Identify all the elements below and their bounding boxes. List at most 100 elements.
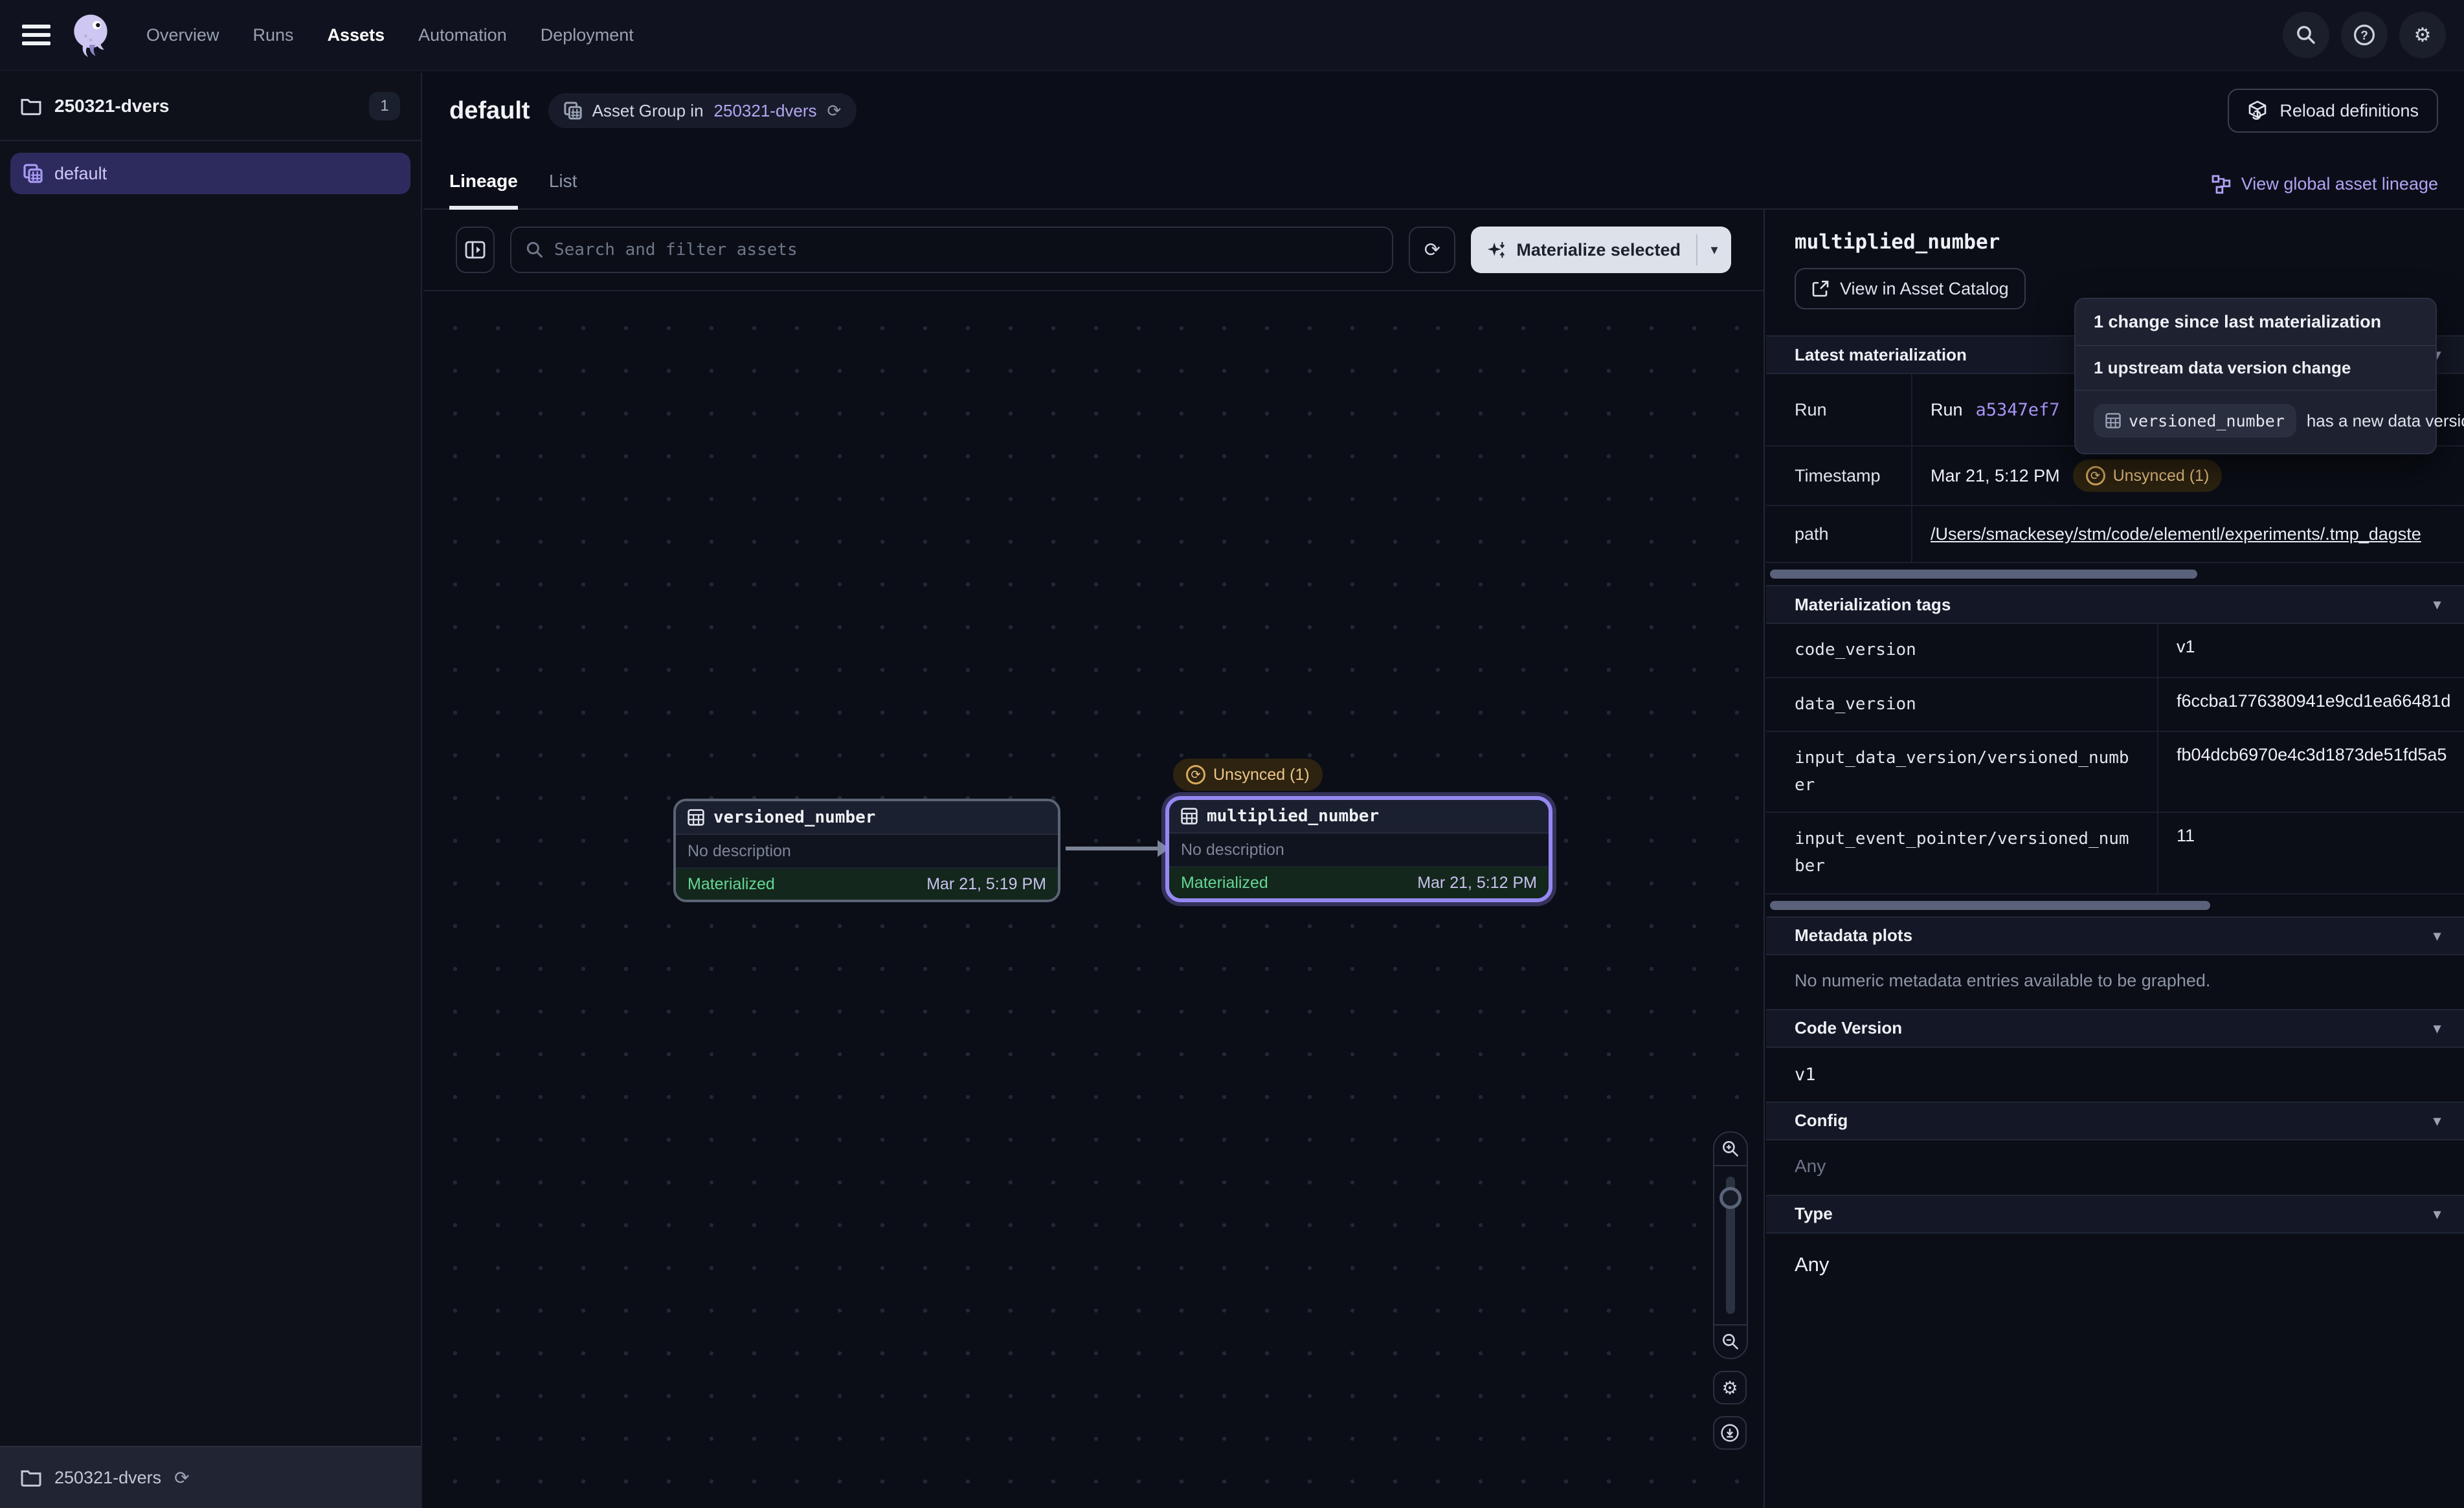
nav-item-overview[interactable]: Overview bbox=[146, 25, 219, 45]
section-code-version[interactable]: Code Version ▾ bbox=[1766, 1009, 2464, 1048]
zoom-control bbox=[1713, 1131, 1748, 1359]
asset-group-badge-link[interactable]: 250321-dvers bbox=[714, 101, 817, 121]
row-run-key: Run bbox=[1766, 374, 1911, 445]
table-icon bbox=[2105, 413, 2121, 428]
section-config[interactable]: Config ▾ bbox=[1766, 1102, 2464, 1140]
page-title: default bbox=[449, 97, 530, 125]
zoom-out-icon bbox=[1721, 1333, 1740, 1351]
sidebar-group-row[interactable]: 250321-dvers 1 bbox=[0, 72, 421, 141]
lineage-edge bbox=[1066, 847, 1159, 850]
tag-key: input_data_version/versioned_number bbox=[1766, 732, 2157, 812]
asset-node-name: multiplied_number bbox=[1207, 806, 1379, 826]
asset-node-description: No description bbox=[676, 835, 1058, 869]
top-nav: Overview Runs Assets Automation Deployme… bbox=[0, 0, 2464, 71]
sync-icon: ⟳ bbox=[2086, 466, 2105, 485]
tag-value: f6ccba1776380941e9cd1ea66481d bbox=[2157, 678, 2464, 731]
external-link-icon bbox=[1811, 280, 1830, 298]
config-value: Any bbox=[1766, 1140, 2464, 1195]
tab-list[interactable]: List bbox=[549, 171, 577, 210]
tooltip-asset-pill[interactable]: versioned_number bbox=[2094, 404, 2296, 438]
section-heading: Materialization tags bbox=[1795, 595, 1951, 615]
asset-group-icon bbox=[564, 102, 582, 120]
tab-lineage[interactable]: Lineage bbox=[449, 171, 518, 210]
view-in-asset-catalog-button[interactable]: View in Asset Catalog bbox=[1795, 268, 2026, 309]
path-link[interactable]: /Users/smackesey/stm/code/elementl/exper… bbox=[1931, 524, 2421, 544]
section-metadata-plots[interactable]: Metadata plots ▾ bbox=[1766, 916, 2464, 955]
zoom-slider[interactable] bbox=[1714, 1166, 1747, 1324]
collapse-sidebar-button[interactable] bbox=[456, 227, 495, 273]
section-materialization-tags[interactable]: Materialization tags ▾ bbox=[1766, 585, 2464, 624]
zoom-out-button[interactable] bbox=[1714, 1324, 1747, 1358]
panel-asset-title: multiplied_number bbox=[1795, 230, 2464, 254]
help-button[interactable]: ? bbox=[2341, 12, 2388, 58]
app-root: Overview Runs Assets Automation Deployme… bbox=[0, 0, 2464, 1508]
section-type[interactable]: Type ▾ bbox=[1766, 1195, 2464, 1234]
graph-background[interactable] bbox=[423, 291, 1764, 1508]
unsynced-badge[interactable]: ⟳ Unsynced (1) bbox=[1173, 759, 1323, 791]
hamburger-menu-icon[interactable] bbox=[22, 25, 50, 45]
sidebar-item-default[interactable]: default bbox=[10, 153, 410, 194]
tooltip-message: has a new data version bbox=[2307, 411, 2464, 431]
sync-icon: ⟳ bbox=[1186, 765, 1205, 784]
zoom-slider-knob[interactable] bbox=[1719, 1187, 1742, 1209]
reload-definitions-button[interactable]: Reload definitions bbox=[2228, 89, 2438, 133]
tooltip-asset-name: versioned_number bbox=[2129, 412, 2285, 430]
horizontal-scrollbar[interactable] bbox=[1770, 570, 2197, 579]
asset-node-multiplied-number[interactable]: multiplied_number No description Materia… bbox=[1165, 796, 1552, 902]
zoom-in-button[interactable] bbox=[1714, 1133, 1747, 1166]
tag-value: 11 bbox=[2157, 813, 2464, 893]
panel-collapse-icon bbox=[465, 241, 486, 259]
refresh-icon: ⟳ bbox=[1424, 239, 1440, 261]
search-icon bbox=[2296, 25, 2316, 45]
table-icon bbox=[688, 809, 704, 826]
view-global-asset-lineage-link[interactable]: View global asset lineage bbox=[2212, 174, 2438, 208]
search-button[interactable] bbox=[2283, 12, 2329, 58]
materialize-sparkle-icon bbox=[1486, 240, 1506, 260]
asset-node-versioned-number[interactable]: versioned_number No description Material… bbox=[673, 799, 1060, 902]
svg-text:?: ? bbox=[2360, 29, 2368, 43]
refresh-icon[interactable]: ⟳ bbox=[174, 1467, 189, 1489]
nav-item-deployment[interactable]: Deployment bbox=[541, 25, 634, 45]
chevron-down-icon: ▾ bbox=[2434, 596, 2441, 613]
materialize-caret[interactable]: ▾ bbox=[1697, 227, 1731, 273]
sidebar-group-count: 1 bbox=[369, 92, 400, 120]
dagster-logo[interactable] bbox=[66, 10, 115, 60]
nav-item-automation[interactable]: Automation bbox=[418, 25, 507, 45]
asset-node-name: versioned_number bbox=[713, 808, 875, 827]
run-id-link[interactable]: a5347ef7 bbox=[1976, 400, 2060, 420]
tag-row: data_version f6ccba1776380941e9cd1ea6648… bbox=[1766, 678, 2464, 733]
view-in-asset-catalog-label: View in Asset Catalog bbox=[1840, 279, 2009, 299]
graph-settings-button[interactable]: ⚙ bbox=[1713, 1371, 1747, 1404]
sidebar: 250321-dvers 1 default 250321-dvers ⟳ bbox=[0, 72, 422, 1508]
nav-item-assets[interactable]: Assets bbox=[328, 25, 385, 45]
help-icon: ? bbox=[2353, 23, 2376, 47]
row-timestamp-key: Timestamp bbox=[1766, 447, 1911, 505]
unsynced-badge-label: Unsynced (1) bbox=[1213, 766, 1310, 784]
tag-key: code_version bbox=[1766, 624, 2157, 677]
lineage-toolbar: ⟳ Materialize selected ▾ bbox=[423, 210, 1764, 291]
folder-icon bbox=[21, 1469, 41, 1487]
sidebar-group-name: 250321-dvers bbox=[54, 96, 169, 116]
nav-item-runs[interactable]: Runs bbox=[253, 25, 294, 45]
section-heading: Metadata plots bbox=[1795, 926, 1912, 946]
sidebar-footer[interactable]: 250321-dvers ⟳ bbox=[0, 1446, 421, 1508]
horizontal-scrollbar[interactable] bbox=[1770, 901, 2210, 910]
refresh-graph-button[interactable]: ⟳ bbox=[1409, 227, 1455, 273]
tag-row: input_data_version/versioned_number fb04… bbox=[1766, 732, 2464, 813]
materialize-selected-label: Materialize selected bbox=[1516, 240, 1681, 260]
settings-button[interactable]: ⚙ bbox=[2399, 12, 2446, 58]
materialize-selected-button[interactable]: Materialize selected ▾ bbox=[1471, 227, 1731, 273]
refresh-icon[interactable]: ⟳ bbox=[827, 101, 842, 121]
search-input[interactable] bbox=[554, 240, 1378, 260]
lineage-canvas: ⟳ Materialize selected ▾ ⟳ Unsynced (1) bbox=[423, 210, 1765, 1508]
folder-icon bbox=[21, 97, 41, 115]
section-heading: Code Version bbox=[1795, 1018, 1902, 1038]
code-version-value: v1 bbox=[1766, 1048, 2464, 1102]
asset-group-badge-text: Asset Group in bbox=[592, 101, 704, 121]
metadata-plots-empty-message: No numeric metadata entries available to… bbox=[1766, 955, 2464, 1009]
table-icon bbox=[1181, 808, 1198, 825]
download-button[interactable] bbox=[1713, 1416, 1747, 1450]
tag-value: v1 bbox=[2157, 624, 2464, 677]
lineage-graph-icon bbox=[2212, 175, 2231, 194]
unsynced-badge[interactable]: ⟳ Unsynced (1) bbox=[2073, 460, 2223, 492]
